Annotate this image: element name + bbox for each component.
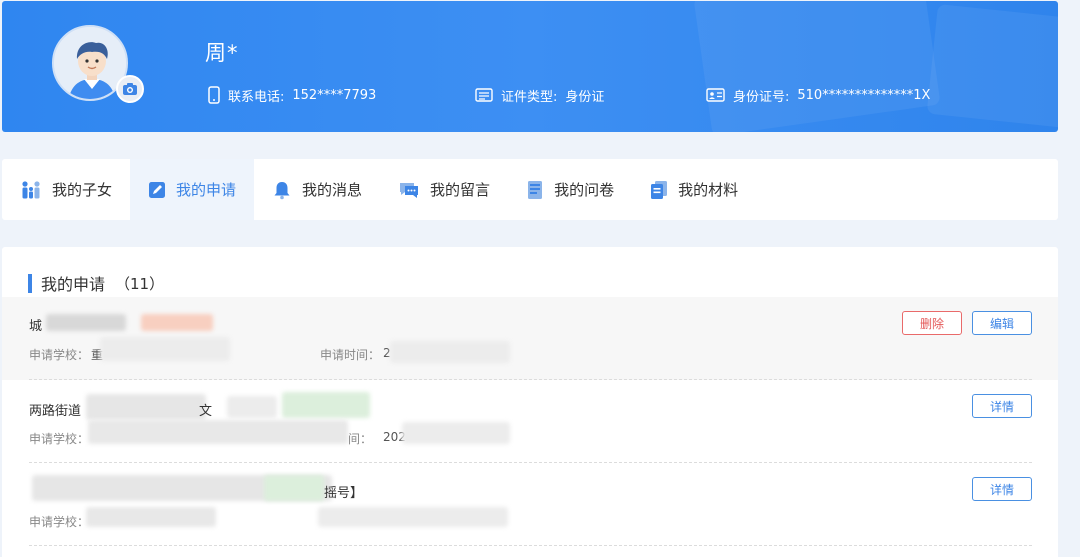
tab-label: 我的消息 [302,181,363,199]
application-title: 城 [29,319,43,334]
redacted-title [86,394,206,420]
applications-panel: 我的申请 （11） 城 申请学校： 重 申请时间： 2 删除 编辑 两路街道 文… [2,247,1058,557]
application-count: （11） [115,274,165,293]
redacted-title [46,314,126,331]
application-row[interactable]: 摇号】 申请学校： 详情 [2,463,1058,546]
school-label: 申请学校： [29,348,90,362]
redacted-school [100,337,230,361]
change-avatar-button[interactable] [116,75,144,103]
id-type-info: 证件类型: 身份证 [475,85,604,105]
id-number-value: 510**************1X [797,87,931,103]
time-label: 间： [348,432,373,446]
tab-label: 我的问卷 [554,181,615,199]
id-type-label: 证件类型: [501,89,558,105]
time-label: 申请时间： [320,348,381,362]
tab-my-questionnaires[interactable]: 我的问卷 [508,159,632,220]
redacted-tag [141,314,213,331]
tab-label: 我的留言 [430,181,491,199]
id-badge-icon [706,88,725,102]
tab-bar: 我的子女 我的申请 我的消息 我的留言 我的问卷 我的材料 [2,159,1058,220]
delete-button[interactable]: 删除 [902,311,962,335]
phone-value: 152****7793 [292,87,377,103]
id-type-value: 身份证 [565,89,605,105]
tab-my-comments[interactable]: 我的留言 [380,159,508,220]
section-title-text: 我的申请 [41,275,106,294]
phone-info: 联系电话: 152****7793 [208,85,376,105]
header-decoration [926,3,1058,129]
application-tag: 摇号】 [324,486,364,501]
profile-header: 周* 联系电话: 152****7793 证件类型: 身份证 身份证号: 510… [2,1,1058,132]
redacted-tag [264,475,324,501]
redacted-school [86,507,216,527]
school-label: 申请学校： [29,432,90,446]
details-button[interactable]: 详情 [972,477,1032,501]
redacted-time [402,422,510,444]
application-title-suffix: 文 [199,404,213,419]
redacted-time [318,507,508,527]
tab-my-children[interactable]: 我的子女 [2,159,130,220]
family-icon [22,180,40,198]
application-row[interactable]: 城 申请学校： 重 申请时间： 2 删除 编辑 [2,297,1058,380]
row-divider [29,545,1032,546]
tab-label: 我的申请 [176,181,237,199]
edit-note-icon [149,181,166,198]
tab-label: 我的材料 [678,181,739,199]
redacted-title [227,396,277,418]
tab-my-applications[interactable]: 我的申请 [130,159,255,220]
chat-icon [400,182,419,198]
title-accent-bar [28,273,32,293]
school-label: 申请学校： [29,515,90,529]
application-title: 两路街道 [29,404,82,419]
id-number-label: 身份证号: [733,89,790,105]
redacted-school [88,420,348,444]
camera-icon [123,83,137,95]
id-number-info: 身份证号: 510**************1X [706,85,930,105]
redacted-time [390,341,510,363]
tab-label: 我的子女 [52,181,113,199]
tab-my-materials[interactable]: 我的材料 [632,159,756,220]
phone-label: 联系电话: [228,89,285,105]
bell-icon [274,181,290,199]
tab-my-messages[interactable]: 我的消息 [254,159,380,220]
edit-button[interactable]: 编辑 [972,311,1032,335]
header-decoration [693,1,941,132]
questionnaire-icon [528,180,543,199]
section-title: 我的申请 （11） [28,272,164,294]
id-card-icon [475,88,493,102]
details-button[interactable]: 详情 [972,394,1032,418]
redacted-tag [282,392,370,418]
phone-icon [208,86,220,104]
application-row[interactable]: 两路街道 文 申请学校： 间： 202 详情 [2,380,1058,463]
user-name: 周* [205,41,239,65]
documents-icon [651,180,668,199]
